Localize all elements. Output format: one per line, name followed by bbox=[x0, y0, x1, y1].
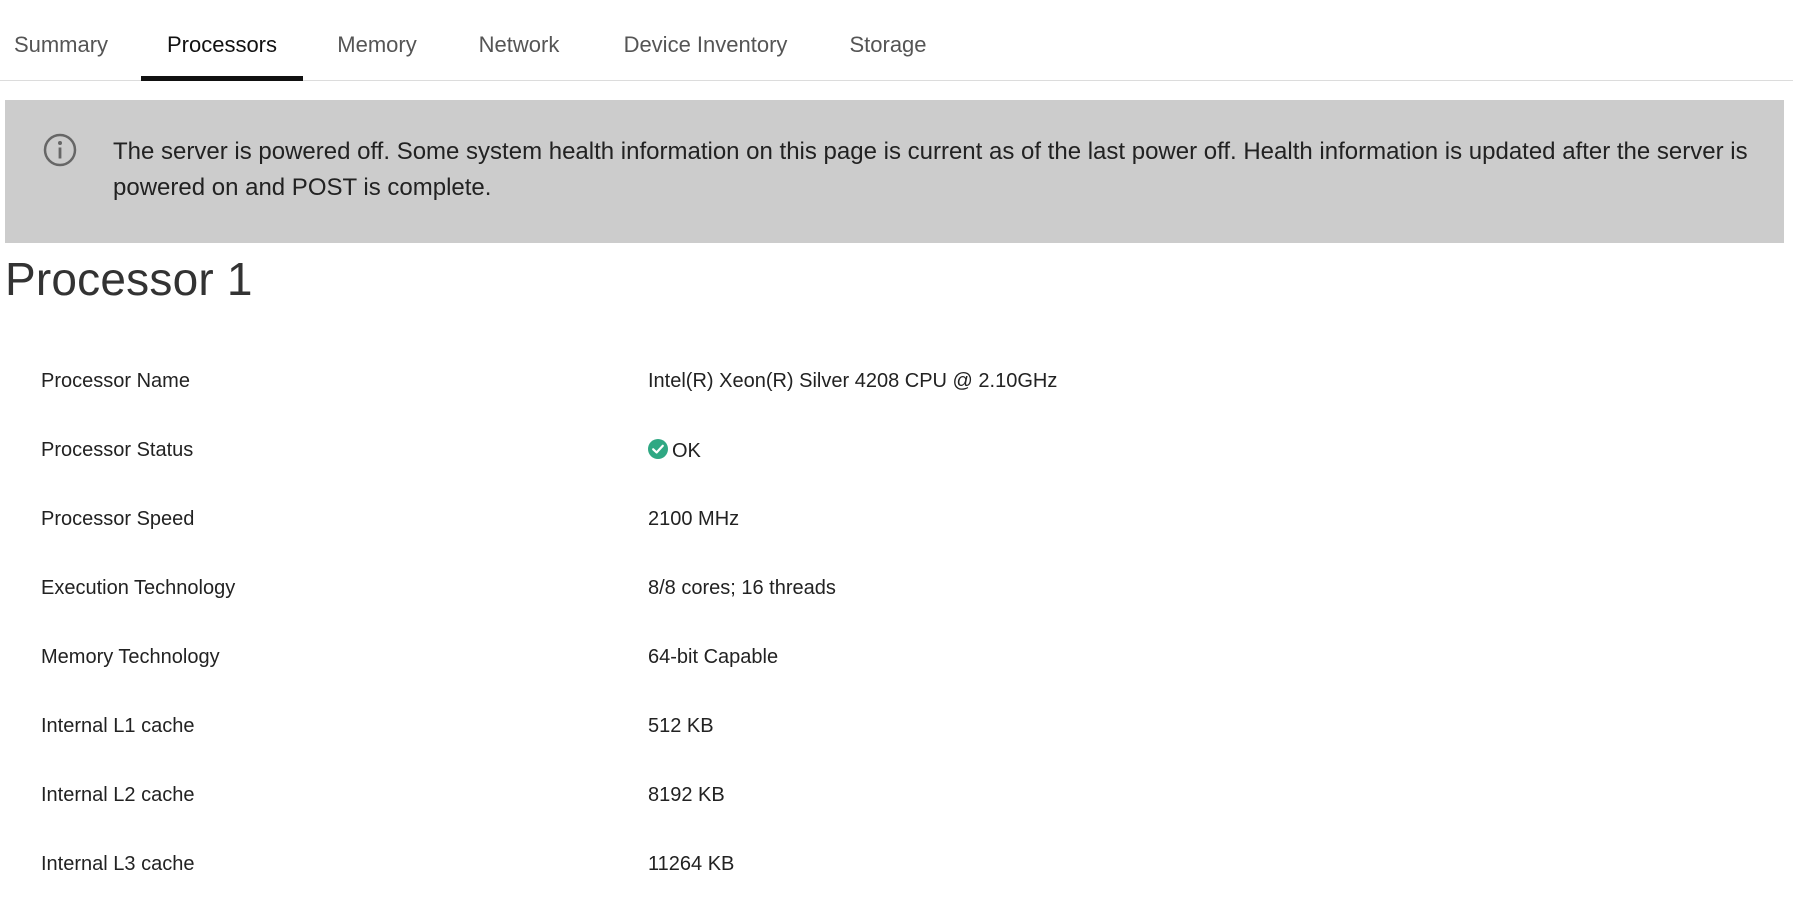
detail-row-execution-technology: Execution Technology 8/8 cores; 16 threa… bbox=[0, 559, 1793, 628]
tab-summary[interactable]: Summary bbox=[13, 0, 109, 81]
detail-label: Internal L2 cache bbox=[41, 784, 195, 806]
detail-value: 8192 KB bbox=[648, 784, 725, 806]
detail-label: Internal L1 cache bbox=[41, 715, 195, 737]
detail-value: 2100 MHz bbox=[648, 508, 740, 530]
tab-network[interactable]: Network bbox=[476, 0, 562, 81]
banner-message: The server is powered off. Some system h… bbox=[113, 138, 1748, 201]
status-text: OK bbox=[672, 440, 701, 462]
detail-label: Processor Speed bbox=[41, 508, 195, 530]
detail-value: 8/8 cores; 16 threads bbox=[648, 577, 836, 599]
detail-label: Execution Technology bbox=[41, 577, 236, 599]
detail-value: 512 KB bbox=[648, 715, 714, 737]
tab-label: Memory bbox=[337, 32, 417, 57]
tab-label: Device Inventory bbox=[623, 32, 788, 57]
detail-value: 11264 KB bbox=[648, 853, 735, 875]
detail-row-l3-cache: Internal L3 cache 11264 KB bbox=[0, 835, 1793, 904]
tab-memory[interactable]: Memory bbox=[335, 0, 419, 81]
detail-row-memory-technology: Memory Technology 64-bit Capable bbox=[0, 628, 1793, 697]
detail-label: Processor Status bbox=[41, 439, 194, 461]
detail-row-processor-status: Processor Status OK bbox=[0, 421, 1793, 490]
status-value-container: OK bbox=[648, 439, 701, 463]
processor-details-table: Processor Name Intel(R) Xeon(R) Silver 4… bbox=[0, 352, 1793, 904]
power-off-notice-banner: The server is powered off. Some system h… bbox=[5, 100, 1784, 243]
detail-value: Intel(R) Xeon(R) Silver 4208 CPU @ 2.10G… bbox=[648, 370, 1058, 392]
tab-storage[interactable]: Storage bbox=[848, 0, 928, 81]
tab-bar: Summary Processors Memory Network Device… bbox=[0, 0, 1793, 81]
detail-row-processor-name: Processor Name Intel(R) Xeon(R) Silver 4… bbox=[0, 352, 1793, 421]
tab-label: Storage bbox=[849, 32, 927, 57]
tab-device-inventory[interactable]: Device Inventory bbox=[620, 0, 791, 81]
check-circle-icon bbox=[648, 439, 668, 459]
tab-label: Processors bbox=[166, 32, 278, 57]
info-icon bbox=[43, 133, 77, 167]
detail-label: Processor Name bbox=[41, 370, 190, 392]
detail-label: Memory Technology bbox=[41, 646, 220, 668]
section-title: Processor 1 bbox=[5, 253, 253, 305]
detail-row-l2-cache: Internal L2 cache 8192 KB bbox=[0, 766, 1793, 835]
tab-label: Summary bbox=[13, 32, 109, 57]
detail-row-processor-speed: Processor Speed 2100 MHz bbox=[0, 490, 1793, 559]
detail-row-l1-cache: Internal L1 cache 512 KB bbox=[0, 697, 1793, 766]
tab-label: Network bbox=[478, 32, 560, 57]
detail-label: Internal L3 cache bbox=[41, 853, 195, 875]
tab-processors[interactable]: Processors bbox=[141, 0, 303, 81]
detail-value: 64-bit Capable bbox=[648, 646, 779, 668]
